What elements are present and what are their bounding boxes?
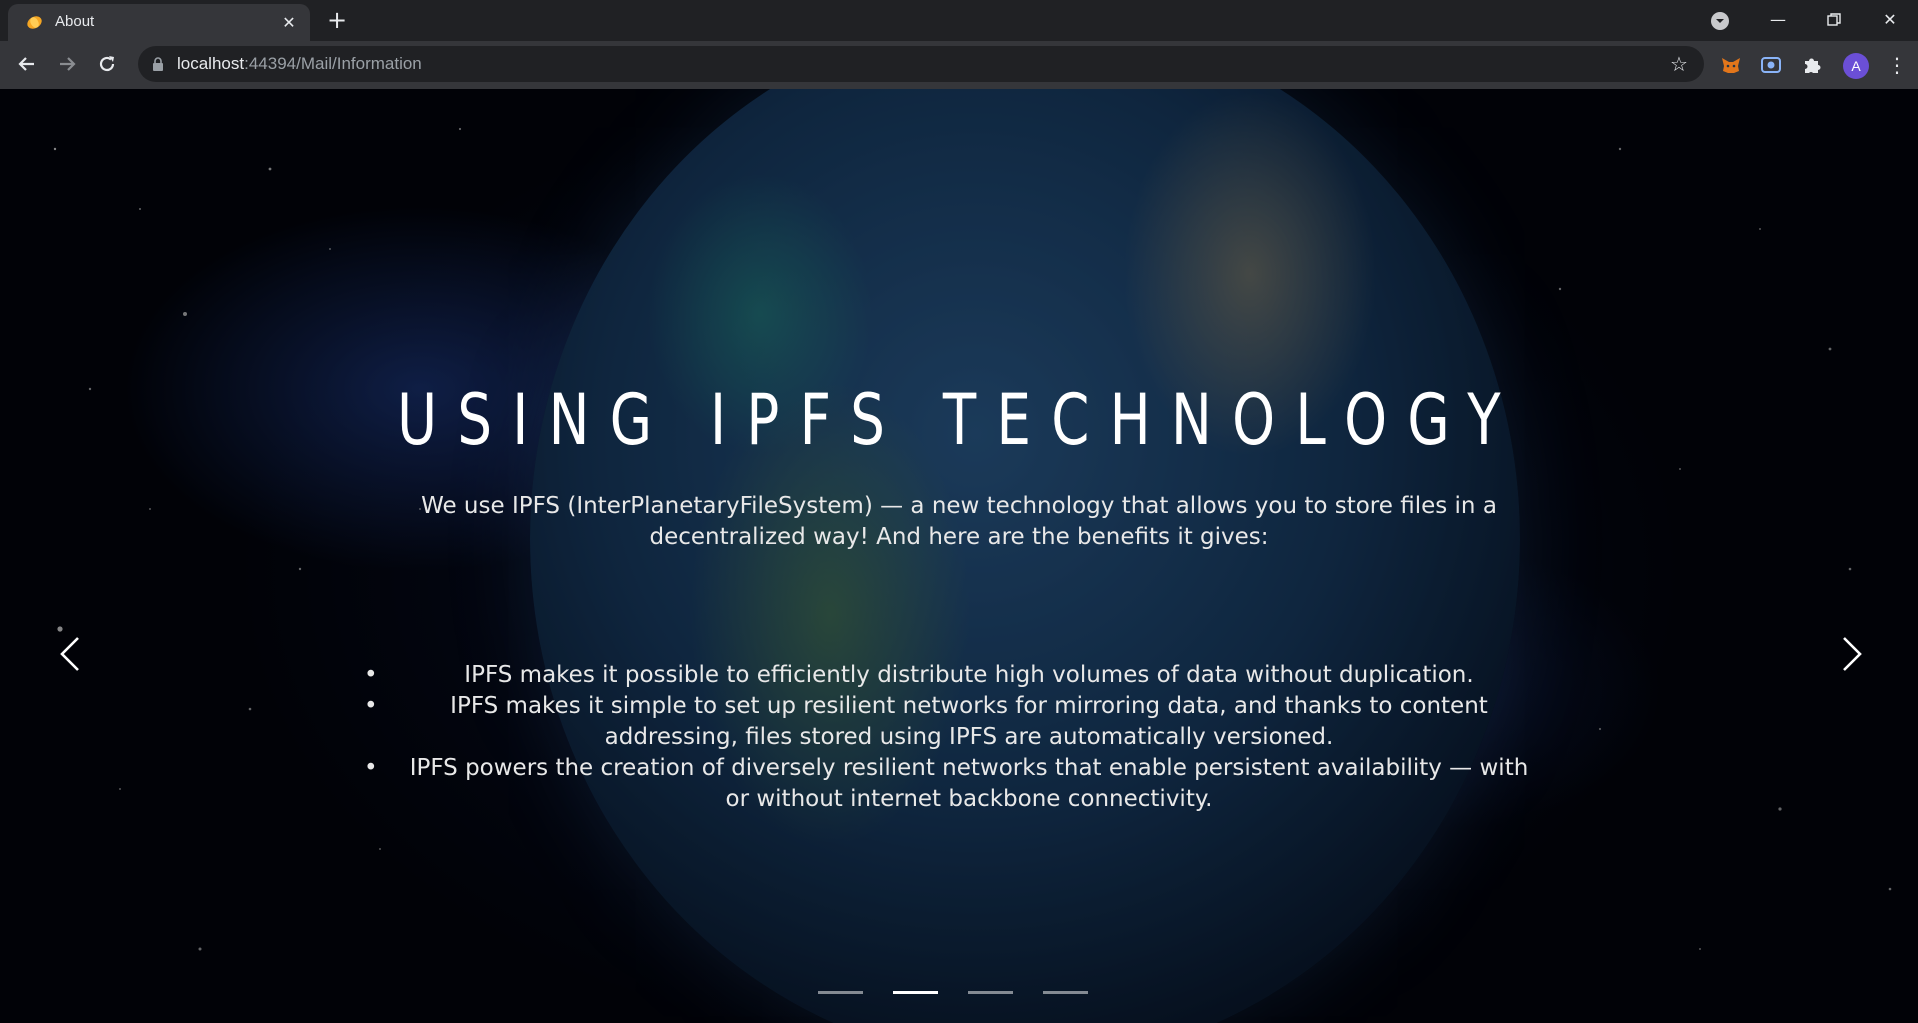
bookmark-star-icon[interactable]: ☆ xyxy=(1670,52,1688,76)
bullet-icon: • xyxy=(364,662,378,688)
carousel-indicator-2[interactable] xyxy=(893,991,938,994)
browser-tab[interactable]: About ✕ xyxy=(8,4,310,41)
back-button[interactable] xyxy=(14,53,40,79)
minimize-icon[interactable]: — xyxy=(1760,6,1796,34)
page-viewport: USING IPFS TECHNOLOGY We use IPFS (Inter… xyxy=(0,89,1918,1023)
restore-icon[interactable] xyxy=(1816,6,1852,34)
close-tab-icon[interactable]: ✕ xyxy=(278,12,300,34)
close-window-icon[interactable]: ✕ xyxy=(1872,6,1908,34)
new-tab-button[interactable]: + xyxy=(326,8,348,32)
carousel-indicator-4[interactable] xyxy=(1043,991,1088,994)
screenshot-extension-icon[interactable] xyxy=(1760,54,1782,76)
extensions-puzzle-icon[interactable] xyxy=(1801,54,1823,76)
carousel-prev-icon[interactable] xyxy=(52,634,92,674)
carousel-indicator-1[interactable] xyxy=(818,991,863,994)
list-item: • IPFS makes it simple to set up resilien… xyxy=(364,693,1488,750)
reload-button[interactable] xyxy=(94,53,120,79)
forward-button[interactable] xyxy=(54,53,80,79)
list-item: • IPFS powers the creation of diversely r… xyxy=(364,755,1529,812)
lock-icon xyxy=(153,57,163,71)
browser-toolbar: localhost:44394/Mail/Information ☆ A ⋮ xyxy=(0,41,1918,89)
benefits-list: • IPFS makes it possible to efficiently d… xyxy=(350,660,1568,815)
site-favicon-icon xyxy=(27,16,42,29)
carousel-indicator-3[interactable] xyxy=(968,991,1013,994)
list-item: • IPFS makes it possible to efficiently d… xyxy=(350,660,1568,691)
address-bar[interactable]: localhost:44394/Mail/Information ☆ xyxy=(138,46,1704,82)
bullet-icon: • xyxy=(364,693,378,719)
browser-menu-icon[interactable]: ⋮ xyxy=(1887,53,1907,79)
tab-strip: About ✕ + — ✕ xyxy=(0,0,1918,41)
tab-title: About xyxy=(55,13,95,30)
slide-headline: USING IPFS TECHNOLOGY xyxy=(397,379,1521,461)
url-text: localhost:44394/Mail/Information xyxy=(177,54,422,73)
tab-search-icon[interactable] xyxy=(1711,12,1729,30)
metamask-extension-icon[interactable] xyxy=(1720,54,1742,76)
bullet-icon: • xyxy=(364,755,378,781)
profile-avatar[interactable]: A xyxy=(1843,53,1869,79)
slide-intro-text: We use IPFS (InterPlanetaryFileSystem) —… xyxy=(421,493,1497,550)
dark-overlay xyxy=(0,89,1918,1023)
carousel-next-icon[interactable] xyxy=(1830,634,1870,674)
